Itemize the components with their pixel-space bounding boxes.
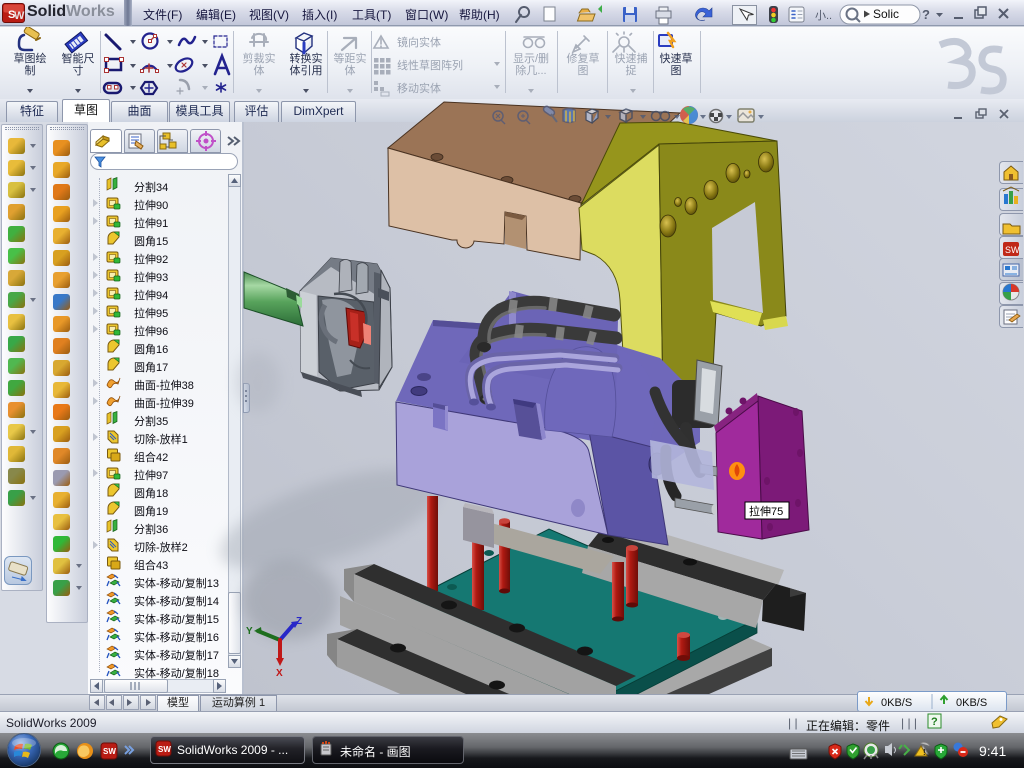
svg-text:SW: SW (103, 747, 116, 756)
svg-text:9:41: 9:41 (979, 743, 1006, 759)
svg-text:SW: SW (158, 745, 171, 754)
svg-text:拉伸75: 拉伸75 (749, 504, 783, 518)
svg-text:Y: Y (246, 626, 253, 637)
svg-text:X: X (276, 668, 283, 679)
svg-text:!: ! (923, 748, 926, 757)
svg-text:Z: Z (296, 616, 302, 627)
svg-text:?: ? (931, 716, 938, 728)
svg-text:0KB/S: 0KB/S (956, 697, 987, 709)
svg-text:SW: SW (1005, 245, 1020, 255)
svg-text:0KB/S: 0KB/S (881, 697, 912, 709)
